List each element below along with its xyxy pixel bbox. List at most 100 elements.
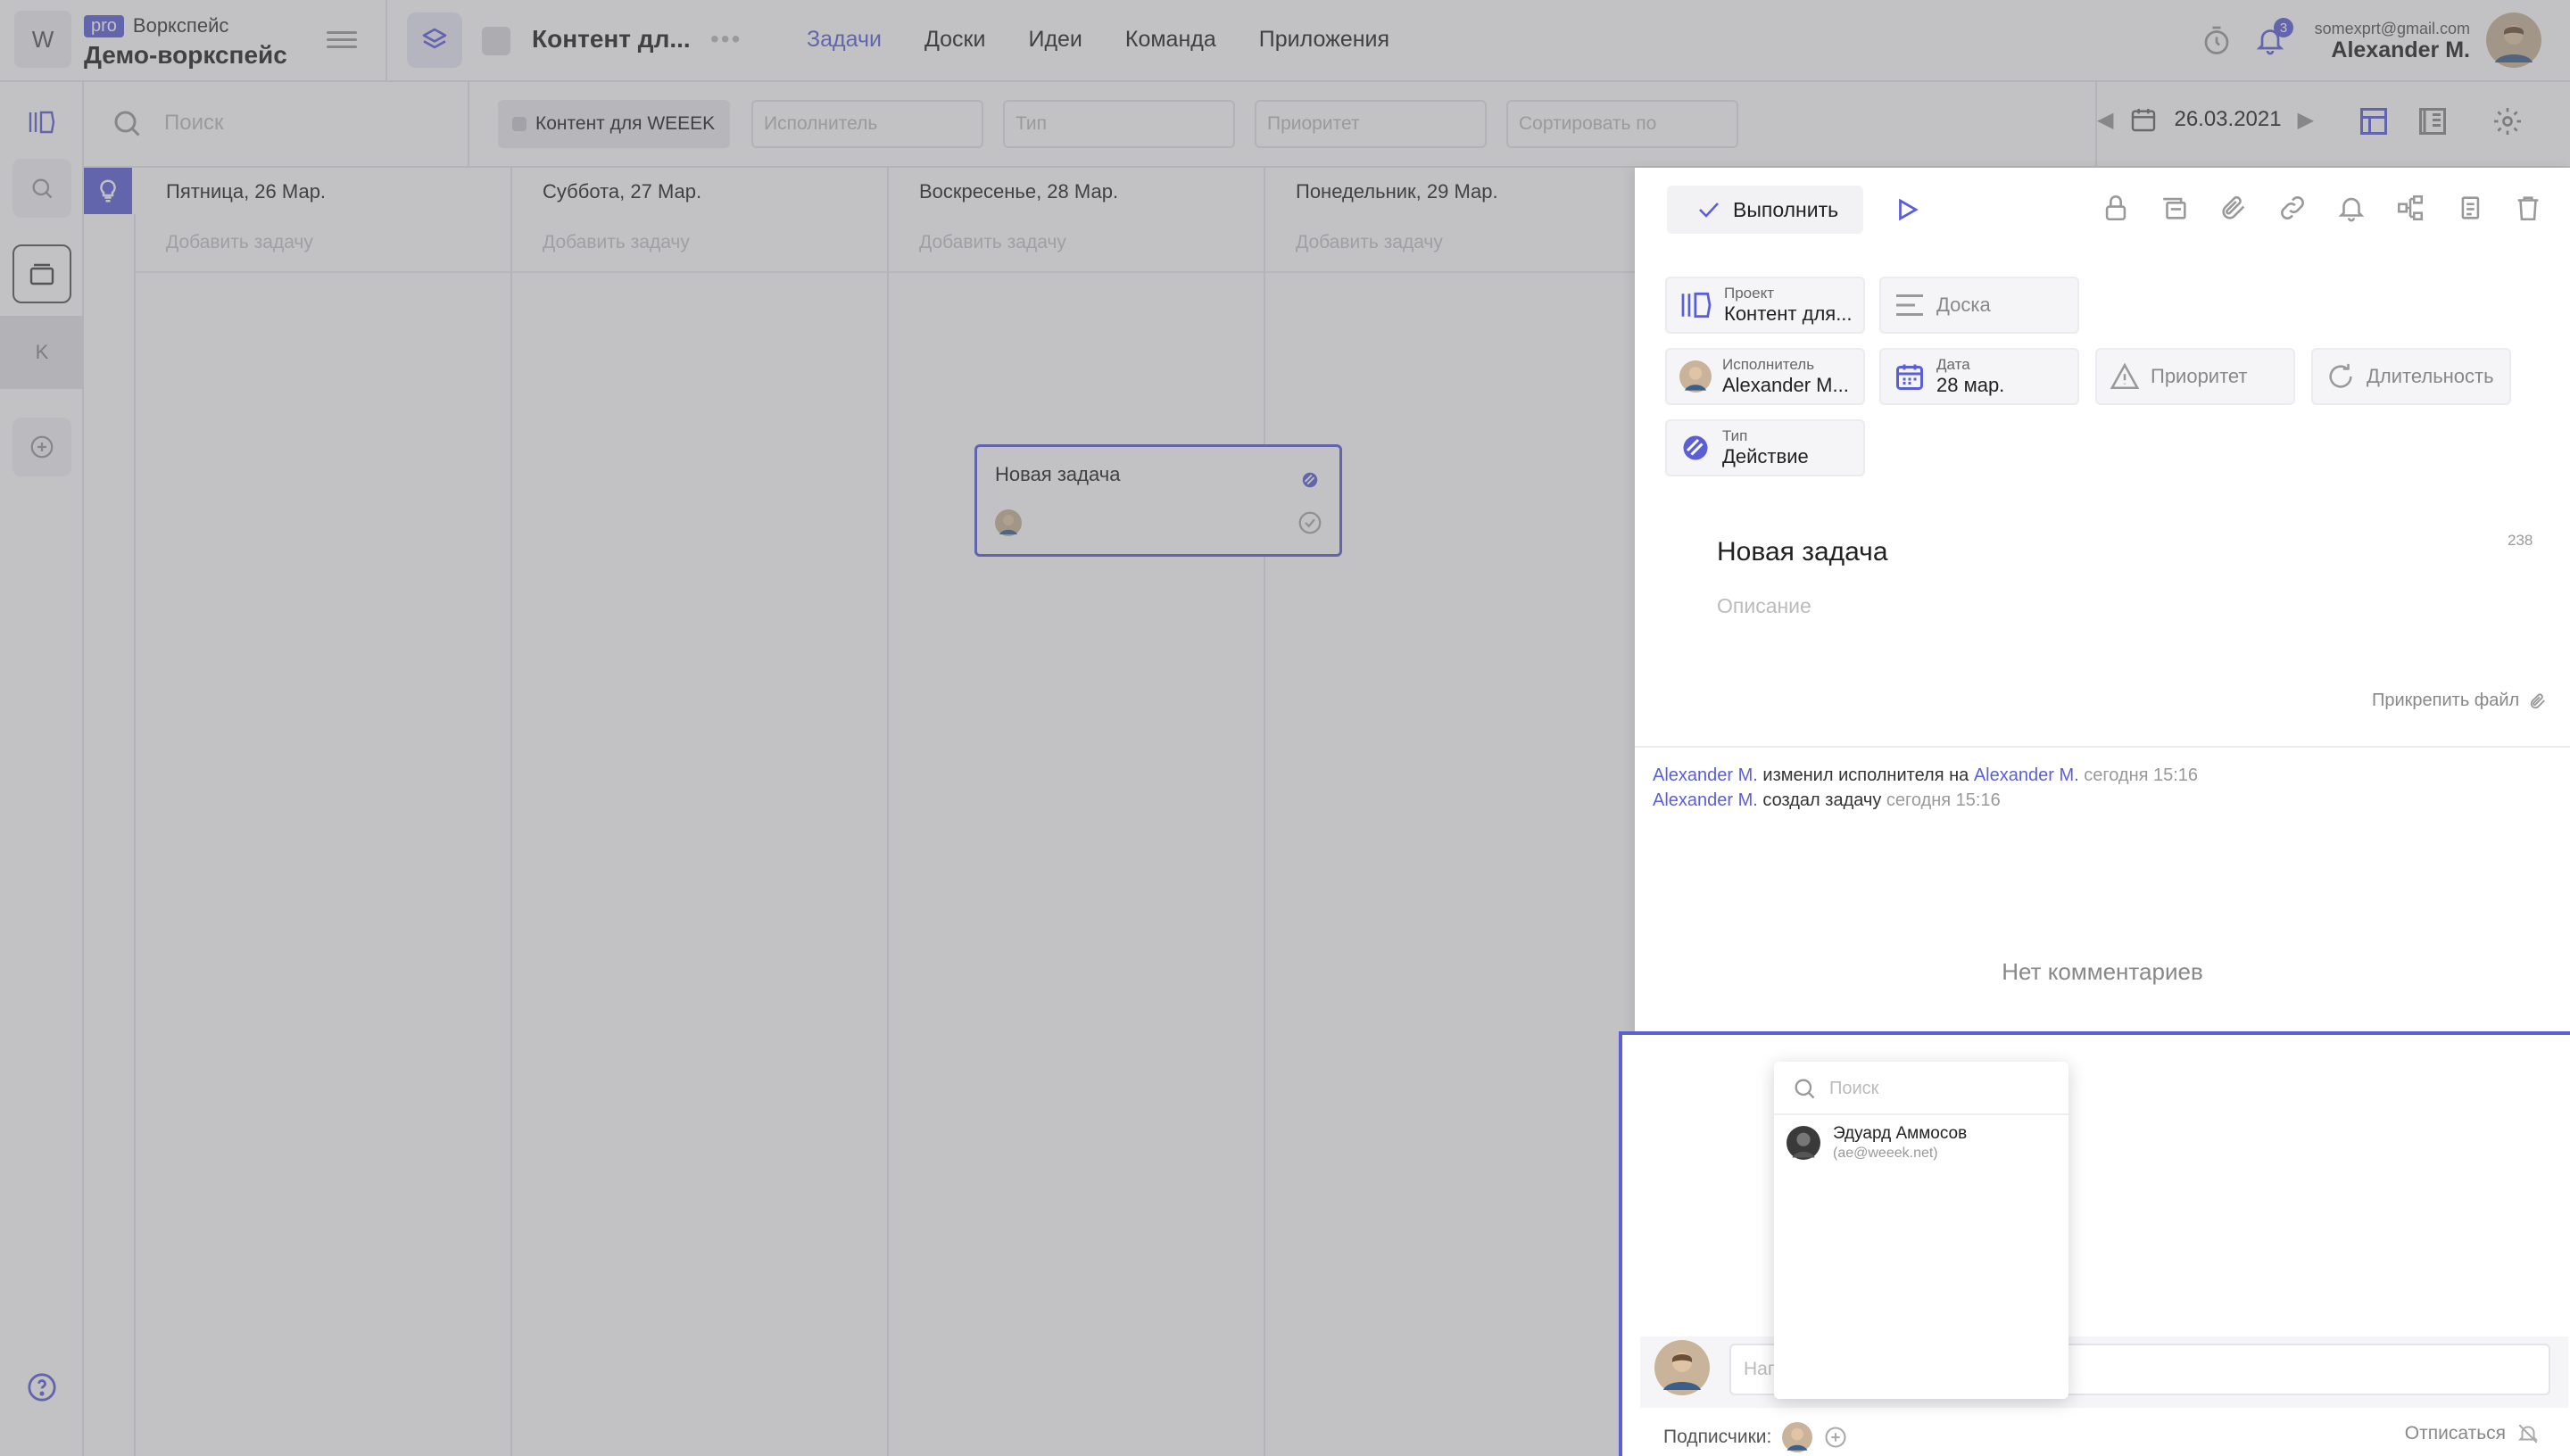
log-time: сегодня 15:16 xyxy=(2084,765,2199,785)
task-id: 238 xyxy=(2508,532,2533,549)
archive-icon[interactable] xyxy=(2160,193,2190,223)
priority-filter[interactable]: Приоритет xyxy=(1255,100,1487,148)
add-subscriber-icon[interactable] xyxy=(1823,1425,1848,1450)
log-action: изменил исполнителя на xyxy=(1762,765,1969,785)
day-header: Воскресенье, 28 Мар. xyxy=(919,180,1119,203)
trash-icon[interactable] xyxy=(2513,193,2543,223)
nav-ideas[interactable]: Идеи xyxy=(1028,27,1082,53)
settings-gear-icon[interactable] xyxy=(2491,105,2524,137)
complete-check-icon[interactable] xyxy=(1297,509,1323,536)
bell-icon[interactable] xyxy=(2336,193,2367,223)
nav-tasks[interactable]: Задачи xyxy=(807,27,882,53)
task-card[interactable]: Новая задача xyxy=(974,444,1342,557)
executor-field[interactable]: Исполнитель Alexander M... xyxy=(1665,348,1865,405)
mention-search-input[interactable]: Поиск xyxy=(1829,1079,1878,1099)
activity-log-entry: Alexander M. изменил исполнителя на Alex… xyxy=(1653,765,2198,786)
add-task-link[interactable]: Добавить задачу xyxy=(543,232,690,253)
duration-field[interactable]: Длительность xyxy=(2311,348,2511,405)
day-header: Пятница, 26 Мар. xyxy=(166,180,327,203)
search-input[interactable]: Поиск xyxy=(164,111,224,136)
executor-filter[interactable]: Исполнитель xyxy=(751,100,983,148)
next-date-icon[interactable]: ▶ xyxy=(2298,107,2314,133)
view-switcher xyxy=(2358,105,2524,137)
calendar-icon[interactable] xyxy=(2129,105,2158,134)
board-field-placeholder: Доска xyxy=(1936,294,1991,316)
type-field-value: Действие xyxy=(1722,445,1809,467)
unsubscribe-button[interactable]: Отписаться xyxy=(2405,1422,2540,1445)
project-title[interactable]: Контент дл... xyxy=(532,25,691,54)
calendar-board: Пятница, 26 Мар. Добавить задачу Суббота… xyxy=(84,168,1642,1456)
mention-search[interactable]: Поиск xyxy=(1792,1076,1878,1101)
project-filter-chip[interactable]: Контент для WEEEK xyxy=(498,100,730,148)
board-field[interactable]: Доска xyxy=(1879,277,2079,334)
sidebar-add-button[interactable] xyxy=(12,418,71,476)
workspace-logo-letter: W xyxy=(31,25,54,53)
inbox-icon xyxy=(29,263,54,285)
subtask-tree-icon[interactable] xyxy=(2395,193,2425,223)
complete-button[interactable]: Выполнить xyxy=(1667,186,1863,234)
day-column: Пятница, 26 Мар. Добавить задачу xyxy=(136,168,512,1456)
user-name[interactable]: Alexander M. xyxy=(2331,37,2470,63)
description-input[interactable]: Описание xyxy=(1717,594,1811,618)
link-icon[interactable] xyxy=(2277,193,2308,223)
lock-icon[interactable] xyxy=(2101,193,2131,223)
warning-triangle-icon xyxy=(2110,362,2140,390)
help-icon[interactable] xyxy=(27,1372,57,1402)
priority-field-placeholder: Приоритет xyxy=(2151,365,2248,387)
workspace-logo[interactable]: W xyxy=(14,11,71,68)
date-navigator: ◀ 26.03.2021 ▶ xyxy=(2097,105,2314,134)
type-filter[interactable]: Тип xyxy=(1003,100,1235,148)
top-bar: W pro Воркспейс Демо-воркспейс Контент д… xyxy=(0,0,2570,82)
log-user[interactable]: Alexander M. xyxy=(1653,765,1758,785)
mention-user-name: Эдуард Аммосов xyxy=(1833,1124,1968,1143)
nav-apps[interactable]: Приложения xyxy=(1259,27,1389,53)
attach-file-button[interactable]: Прикрепить файл xyxy=(2372,691,2548,711)
log-action: создал задачу xyxy=(1762,790,1882,810)
executor-field-value: Alexander M... xyxy=(1722,374,1849,396)
attach-file-label: Прикрепить файл xyxy=(2372,691,2520,710)
search-box[interactable]: Поиск xyxy=(111,107,224,139)
sort-filter[interactable]: Сортировать по xyxy=(1506,100,1738,148)
ideas-bulb-button[interactable] xyxy=(84,168,132,214)
play-icon[interactable] xyxy=(1894,196,1920,223)
calendar-view-icon[interactable] xyxy=(2358,105,2390,137)
project-more-icon[interactable]: ••• xyxy=(710,25,742,54)
list-view-icon[interactable] xyxy=(2417,105,2449,137)
divider xyxy=(512,271,887,273)
duration-field-placeholder: Длительность xyxy=(2367,365,2494,387)
layers-button[interactable] xyxy=(407,12,462,68)
nav-team[interactable]: Команда xyxy=(1125,27,1216,53)
type-field[interactable]: Тип Действие xyxy=(1665,419,1865,476)
sidebar-search-button[interactable] xyxy=(12,159,71,218)
add-task-link[interactable]: Добавить задачу xyxy=(1296,232,1443,253)
prev-date-icon[interactable]: ◀ xyxy=(2097,107,2113,133)
log-target[interactable]: Alexander M. xyxy=(1974,765,2079,785)
log-user[interactable]: Alexander M. xyxy=(1653,790,1758,810)
sidebar-inbox-button[interactable] xyxy=(12,244,71,303)
day-column: Понедельник, 29 Мар. Добавить задачу xyxy=(1265,168,1642,1456)
workspace-switcher[interactable]: pro Воркспейс Демо-воркспейс xyxy=(84,14,287,70)
mention-user-item[interactable]: Эдуард Аммосов (ae@weeek.net) xyxy=(1787,1124,1967,1162)
sidebar-projects-button[interactable] xyxy=(12,93,71,152)
nav-boards[interactable]: Доски xyxy=(924,27,986,53)
task-title[interactable]: Новая задача xyxy=(1717,537,1888,567)
sidebar-workspace-k[interactable]: K xyxy=(0,316,84,389)
hamburger-menu-icon[interactable] xyxy=(327,27,357,52)
executor-avatar xyxy=(1679,360,1712,393)
divider xyxy=(1635,746,2570,748)
project-field[interactable]: Проект Контент для... xyxy=(1665,277,1865,334)
paperclip-icon[interactable] xyxy=(2218,193,2249,223)
subscribers-row: Подписчики: xyxy=(1663,1422,1848,1452)
notifications-button[interactable]: 3 xyxy=(2254,18,2293,62)
date-field[interactable]: Дата 28 мар. xyxy=(1879,348,2079,405)
add-task-link[interactable]: Добавить задачу xyxy=(919,232,1066,253)
copy-icon[interactable] xyxy=(2454,193,2484,223)
add-task-link[interactable]: Добавить задачу xyxy=(166,232,313,253)
subscriber-avatar[interactable] xyxy=(1782,1422,1813,1452)
project-color-square xyxy=(482,27,510,55)
timer-icon[interactable] xyxy=(2201,25,2233,57)
user-avatar[interactable] xyxy=(2486,12,2541,68)
activity-log-entry: Alexander M. создал задачу сегодня 15:16 xyxy=(1653,790,2001,811)
priority-field[interactable]: Приоритет xyxy=(2095,348,2295,405)
current-date[interactable]: 26.03.2021 xyxy=(2174,107,2281,132)
